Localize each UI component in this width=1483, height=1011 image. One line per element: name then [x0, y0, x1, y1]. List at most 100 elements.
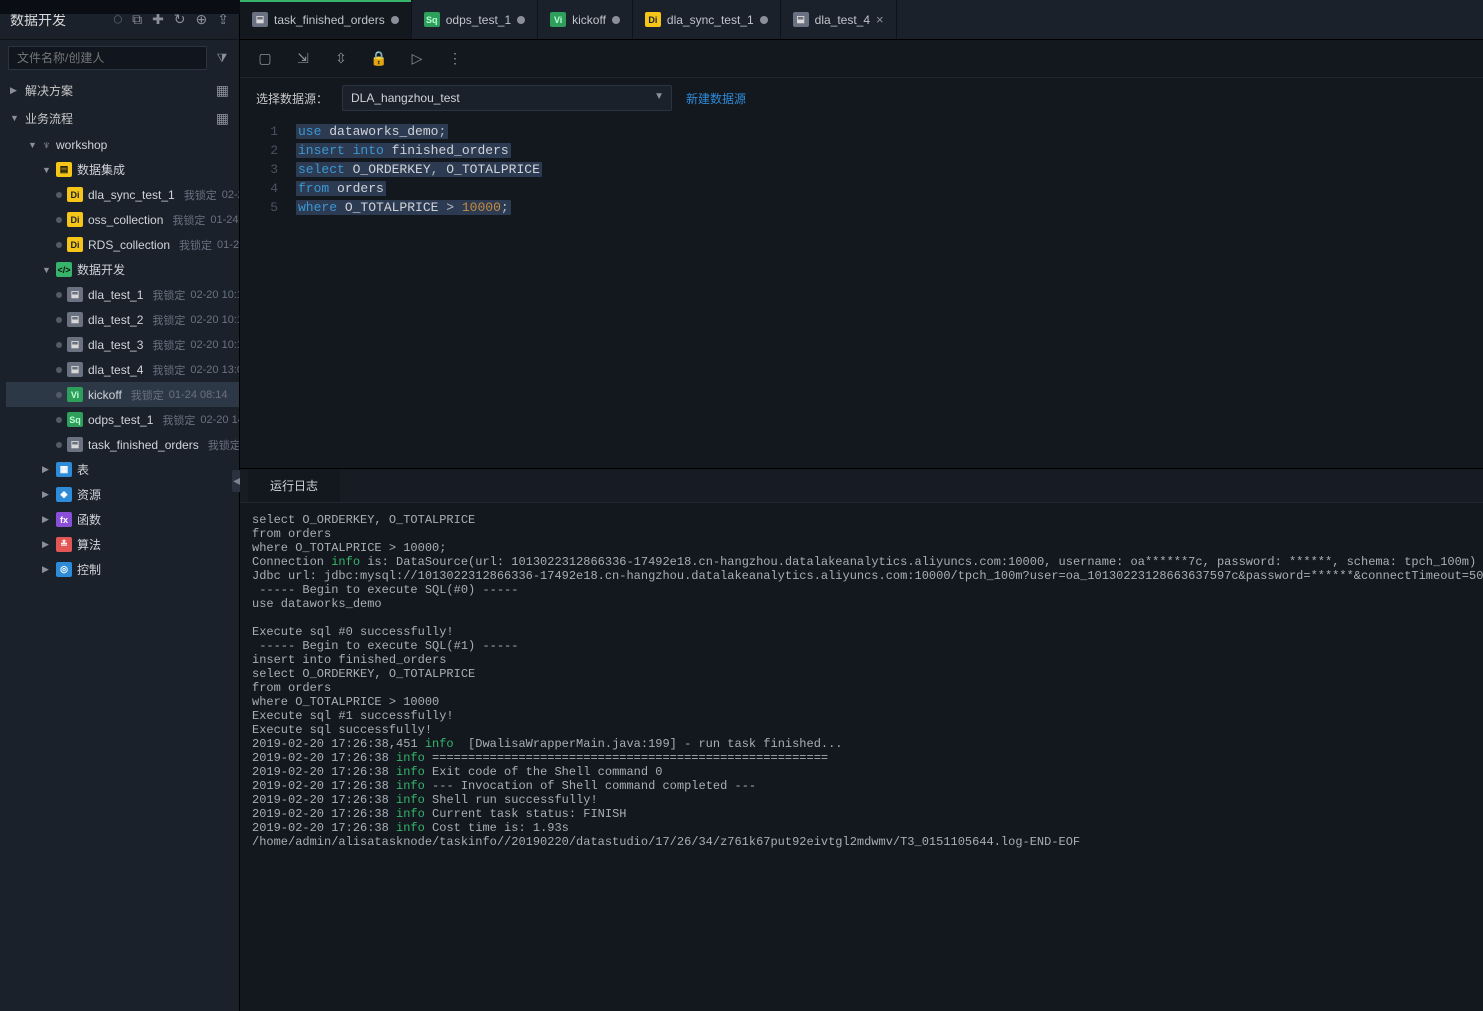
tab-dla_sync_test_1[interactable]: Didla_sync_test_1 [633, 0, 781, 39]
tree-cat-control[interactable]: ▶ ◎ 控制 [6, 557, 239, 582]
workflow-icon: ♆ [42, 138, 51, 152]
tree-item-label: dla_sync_test_1 [88, 188, 175, 202]
tree-item-dla_test_3[interactable]: ⬓dla_test_3我锁定02-20 10:17 [6, 332, 239, 357]
save-icon[interactable]: ▢ [256, 50, 274, 67]
chevron-down-icon: ▼ [42, 265, 51, 275]
code-editor[interactable]: 12345 use dataworks_demo;insert into fin… [240, 118, 1483, 468]
function-icon: fx [56, 512, 72, 527]
app-root: 数据开发 ⍥ ⧉ ✚ ↻ ⊕ ⇪ ⧩ ▶解决方案 ▦ ▼业务流程 ▦ ▼ [0, 0, 1483, 1011]
dirty-dot-icon [612, 16, 620, 24]
tree-workshop[interactable]: ▼ ♆ workshop [6, 132, 239, 157]
section-solutions[interactable]: ▶解决方案 ▦ [0, 76, 239, 104]
chevron-right-icon: ▶ [42, 564, 51, 575]
tree-item-time: 02-20 14: [200, 414, 239, 426]
status-dot [56, 392, 62, 398]
log-panel: 运行日志 select O_ORDERKEY, O_TOTALPRICE fro… [240, 468, 1483, 1011]
tab-dla_test_4[interactable]: ⬓dla_test_4× [781, 0, 897, 39]
close-icon[interactable]: × [876, 12, 884, 27]
datasource-select[interactable]: DLA_hangzhou_test [342, 85, 672, 111]
cat-table-label: 表 [77, 461, 89, 478]
sidebar-search-input[interactable] [8, 46, 207, 70]
tree-data-dev-label: 数据开发 [77, 261, 125, 278]
tree-item-meta: 我锁定 [152, 312, 185, 328]
table-icon: ▦ [56, 462, 72, 477]
status-dot [56, 417, 62, 423]
di-icon: Di [67, 237, 83, 252]
tree-item-odps_test_1[interactable]: Sqodps_test_1我锁定02-20 14: [6, 407, 239, 432]
tree-item-meta: 我锁定 [172, 212, 205, 228]
tree-item-meta: 我锁定 [131, 387, 164, 403]
section-flows[interactable]: ▼ 业务流程 ▦ [0, 104, 239, 132]
fl-icon: ⬓ [67, 337, 83, 352]
tree-item-dla_test_2[interactable]: ⬓dla_test_2我锁定02-20 10:14 [6, 307, 239, 332]
log-tab-run[interactable]: 运行日志 [248, 468, 340, 502]
chevron-right-icon: ▶ [42, 539, 51, 550]
steal-lock-icon[interactable]: ⇳ [332, 50, 350, 67]
tree-data-integration[interactable]: ▼ ▤ 数据集成 [6, 157, 239, 182]
lock-icon[interactable]: 🔒 [370, 50, 388, 67]
tab-odps_test_1[interactable]: Sq odps_test_1 [412, 0, 538, 39]
sq-icon: Sq [67, 412, 83, 427]
tree-item-dla_test_1[interactable]: ⬓dla_test_1我锁定02-20 10:14 [6, 282, 239, 307]
tree-item-time: 01-24 08:14 [169, 389, 228, 401]
tab-kickoff[interactable]: Vikickoff [538, 0, 633, 39]
editor-toolbar: ▢ ⇲ ⇳ 🔒 ▷ ⋮ [240, 40, 1483, 78]
main: ⬓task_finished_orders Sq odps_test_1 Vikick… [240, 0, 1483, 1011]
new-datasource-link[interactable]: 新建数据源 [686, 90, 746, 107]
grid-icon[interactable]: ▦ [216, 82, 229, 99]
tree-item-RDS_collection[interactable]: DiRDS_collection我锁定01-24 0 [6, 232, 239, 257]
dirty-dot-icon [517, 16, 525, 24]
tree-item-label: dla_test_3 [88, 338, 143, 352]
editor-code[interactable]: use dataworks_demo;insert into finished_… [290, 118, 542, 468]
tab-label: odps_test_1 [446, 13, 511, 27]
di-icon: Di [67, 187, 83, 202]
fl-icon: ⬓ [252, 12, 268, 27]
status-dot [56, 442, 62, 448]
chevron-right-icon: ▶ [42, 514, 51, 525]
tree-item-time: 02-20 10:17 [190, 339, 239, 351]
di-icon: Di [645, 12, 661, 27]
tree-cat-table[interactable]: ▶ ▦ 表 [6, 457, 239, 482]
tree-item-dla_test_4[interactable]: ⬓dla_test_4我锁定02-20 13:03 [6, 357, 239, 382]
sq-icon: Sq [424, 12, 440, 27]
run-icon[interactable]: ▷ [408, 50, 426, 67]
tree-cat-algorithm[interactable]: ▶ ≛ 算法 [6, 532, 239, 557]
section-flows-label: 业务流程 [25, 110, 73, 127]
tree-workshop-label: workshop [56, 138, 107, 152]
vi-icon: Vi [67, 387, 83, 402]
fl-icon: ⬓ [67, 437, 83, 452]
cat-function-label: 函数 [77, 511, 101, 528]
tab-label: kickoff [572, 13, 606, 27]
status-dot [56, 367, 62, 373]
tree-item-kickoff[interactable]: Vi kickoff 我锁定 01-24 08:14 [6, 382, 239, 407]
tree-item-oss_collection[interactable]: Dioss_collection我锁定01-24 0 [6, 207, 239, 232]
tree-item-dla_sync_test_1[interactable]: Didla_sync_test_1我锁定02-20 [6, 182, 239, 207]
tree-item-task_finished_orders[interactable]: ⬓task_finished_orders我锁定0 [6, 432, 239, 457]
tree-item-time: 01-24 0 [210, 214, 239, 226]
chevron-down-icon: ▼ [10, 113, 19, 123]
tree-data-dev[interactable]: ▼ </> 数据开发 [6, 257, 239, 282]
more-icon[interactable]: ⋮ [446, 50, 464, 67]
control-icon: ◎ [56, 562, 72, 577]
tree-item-label: task_finished_orders [88, 438, 199, 452]
algorithm-icon: ≛ [56, 537, 72, 552]
editor-tabs: ⬓task_finished_orders Sq odps_test_1 Vikick… [240, 0, 1483, 40]
tree-item-label: odps_test_1 [88, 413, 153, 427]
chevron-down-icon: ▼ [28, 140, 37, 150]
tree-cat-resource[interactable]: ▶ ◆ 资源 [6, 482, 239, 507]
tree-item-label: kickoff [88, 388, 122, 402]
submit-icon[interactable]: ⇲ [294, 50, 312, 67]
datasource-row: 选择数据源： DLA_hangzhou_test ▼ 新建数据源 [240, 78, 1483, 118]
filter-icon[interactable]: ⧩ [213, 51, 231, 66]
tree-item-meta: 我锁定 [179, 237, 212, 253]
tree-item-meta: 我锁定 [152, 362, 185, 378]
log-body[interactable]: select O_ORDERKEY, O_TOTALPRICE from ord… [240, 503, 1483, 1011]
tab-task_finished_orders[interactable]: ⬓task_finished_orders [240, 0, 412, 39]
chevron-right-icon: ▶ [42, 489, 51, 500]
tree-item-time: 02-20 10:14 [190, 314, 239, 326]
grid-icon[interactable]: ▦ [216, 110, 229, 127]
chevron-right-icon: ▶ [10, 85, 19, 96]
folder-icon: ▤ [56, 162, 72, 177]
datasource-label: 选择数据源： [256, 90, 328, 107]
tree-cat-function[interactable]: ▶ fx 函数 [6, 507, 239, 532]
